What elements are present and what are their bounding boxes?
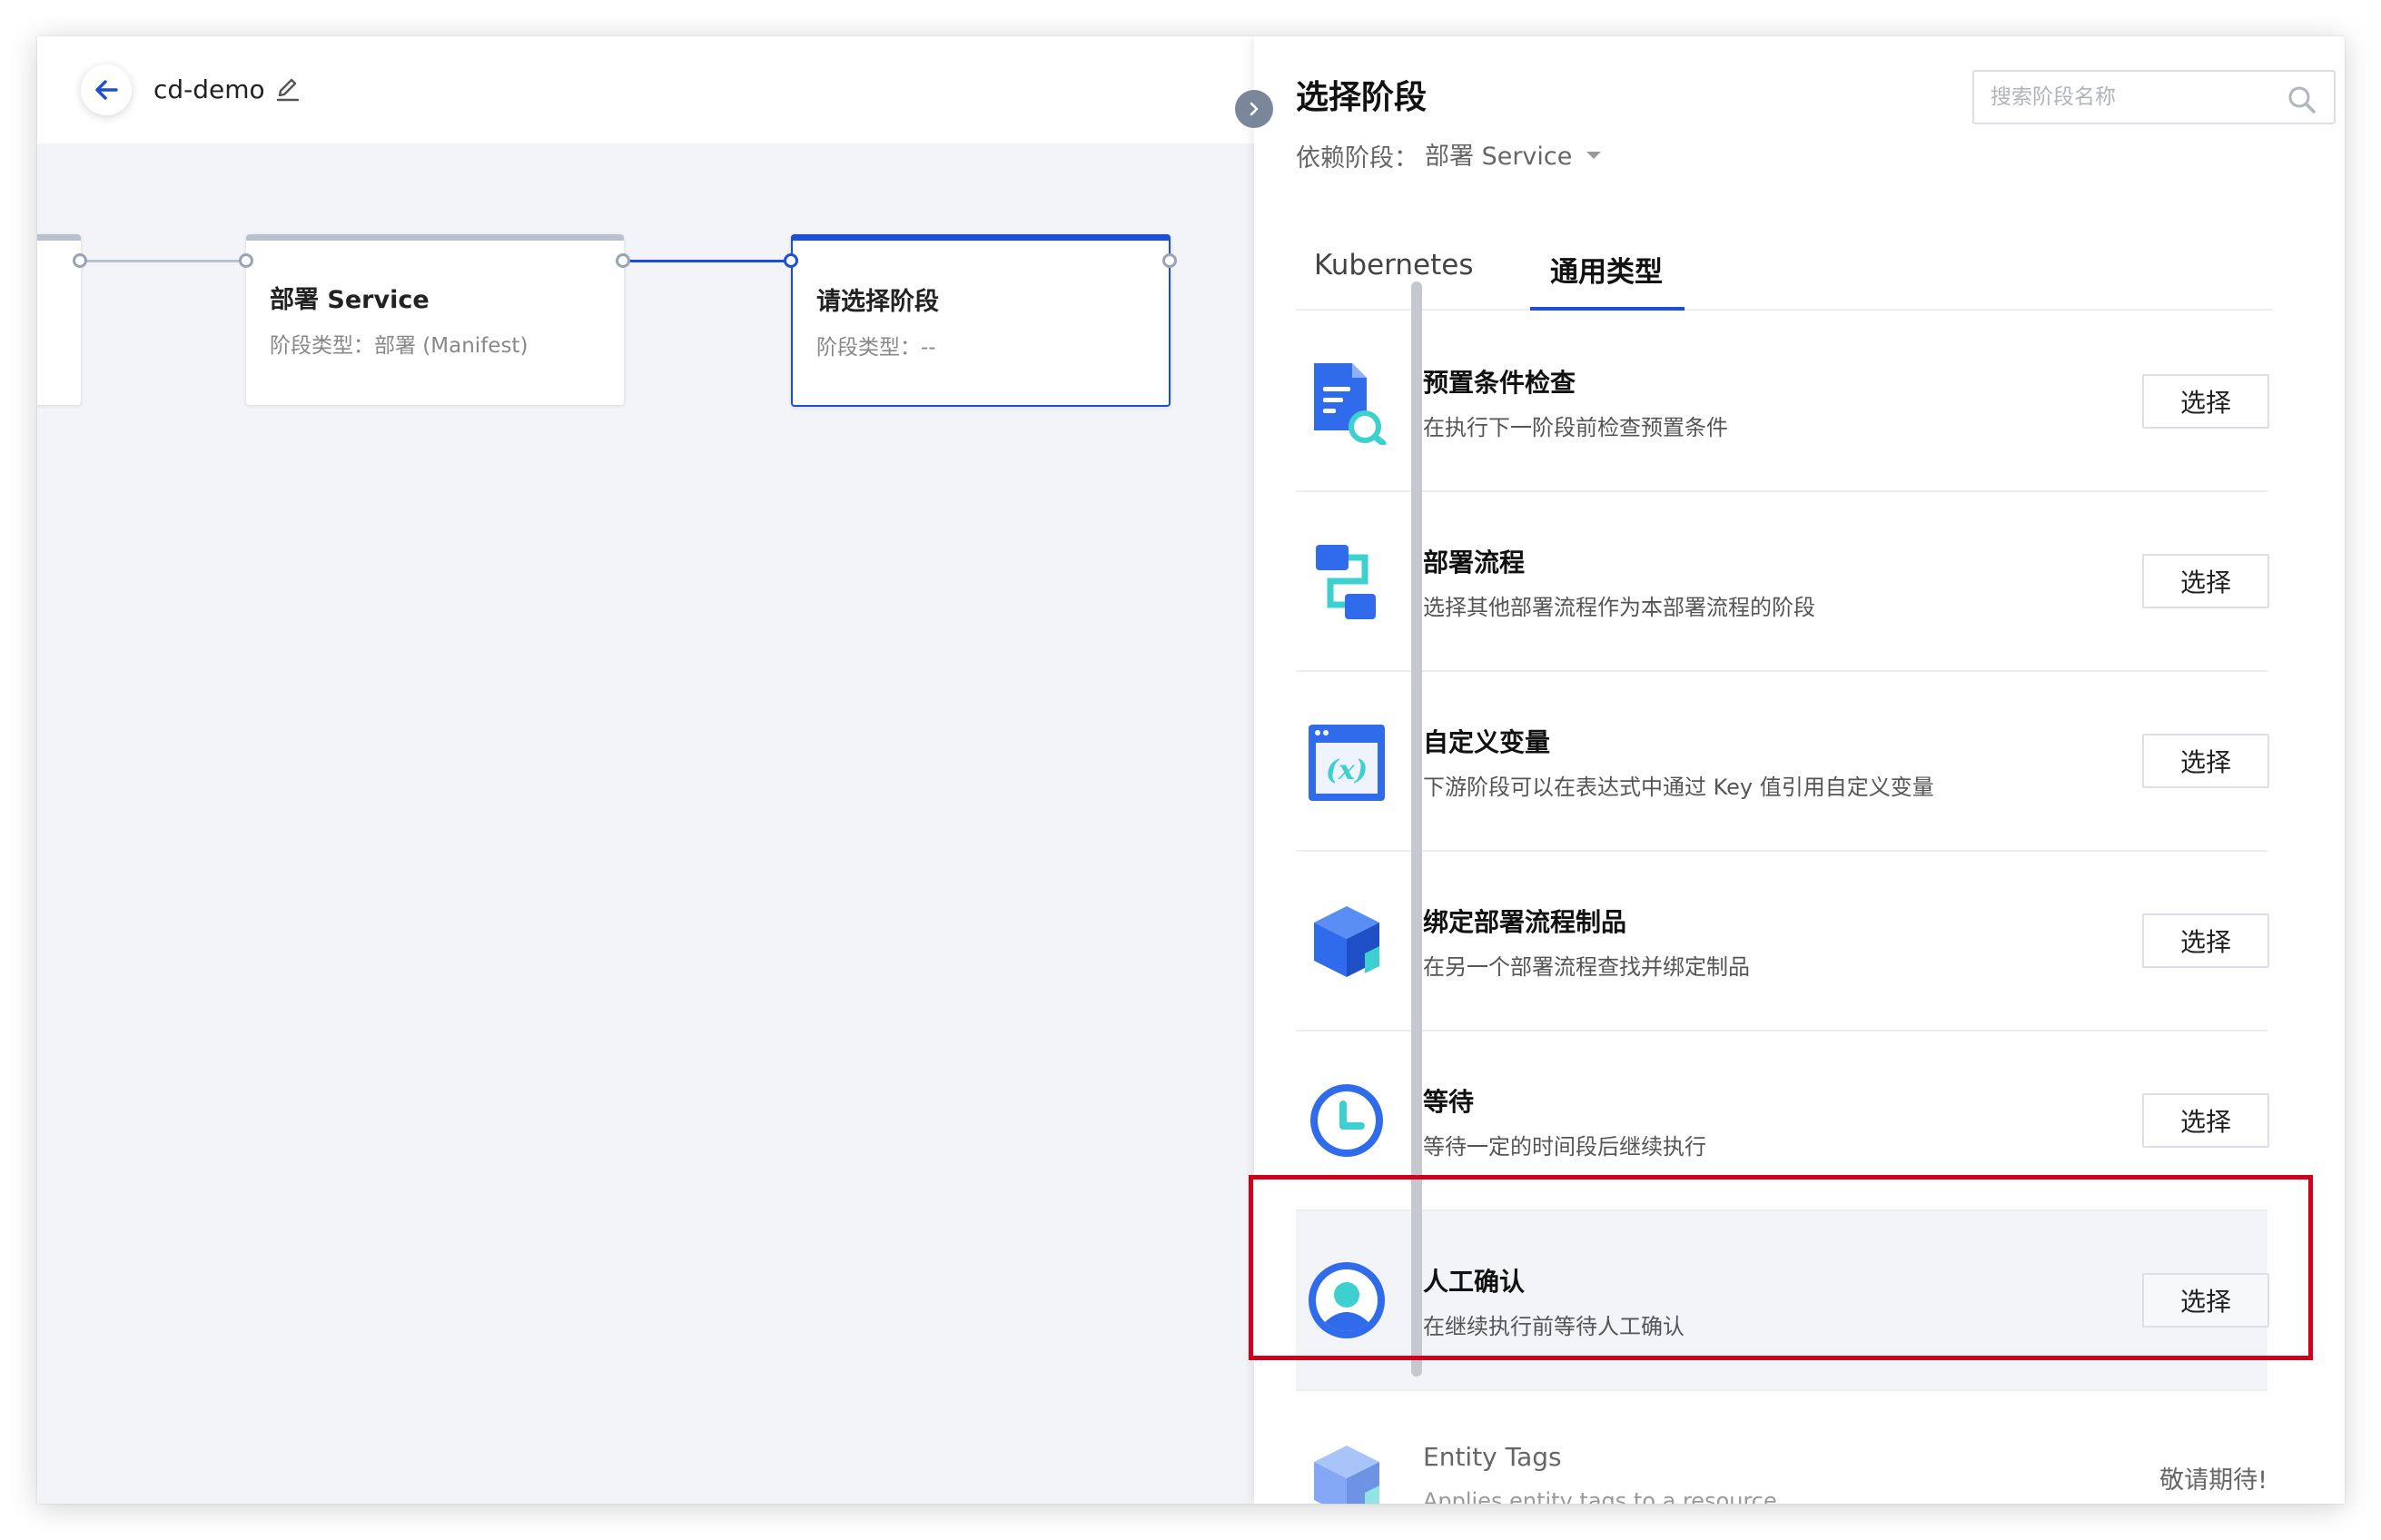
back-button[interactable] xyxy=(81,64,132,115)
dependency-value: 部署 Service xyxy=(1425,142,1573,171)
flow-icon xyxy=(1316,545,1376,619)
stage-name: 预置条件检查 xyxy=(1423,368,1576,398)
pipeline-canvas: 部署 Service 阶段类型：部署 (Manifest) 请选择阶段 阶段类型… xyxy=(37,143,1254,1504)
node-port xyxy=(784,253,798,268)
select-button[interactable]: 选择 xyxy=(2142,374,2269,429)
stage-description: 在另一个部署流程查找并绑定制品 xyxy=(1423,954,1750,980)
stage-item-deploy-flow: 部署流程 选择其他部署流程作为本部署流程的阶段 选择 xyxy=(1296,492,2269,672)
select-button[interactable]: 选择 xyxy=(2142,1273,2269,1328)
search-box[interactable] xyxy=(1972,70,2336,124)
stage-description: Applies entity tags to a resource. xyxy=(1423,1488,1784,1504)
node-top-bar xyxy=(37,234,81,241)
stage-description: 选择其他部署流程作为本部署流程的阶段 xyxy=(1423,595,1815,620)
stage-name: 自定义变量 xyxy=(1423,727,1551,757)
node-title: 请选择阶段 xyxy=(816,288,939,316)
stage-item-manual-approval: 人工确认 在继续执行前等待人工确认 选择 xyxy=(1296,1211,2269,1391)
stage-node-deploy-service[interactable]: 部署 Service 阶段类型：部署 (Manifest) xyxy=(246,234,624,405)
node-subtitle: 阶段类型：-- xyxy=(816,336,936,360)
connector-line xyxy=(81,260,246,262)
top-bar: cd-demo xyxy=(37,36,1254,143)
arrow-left-icon xyxy=(95,80,118,100)
active-tab-indicator xyxy=(1530,307,1684,311)
stage-item-custom-variable: (x) 自定义变量 下游阶段可以在表达式中通过 Key 值引用自定义变量 选择 xyxy=(1296,672,2269,852)
panel-title: 选择阶段 xyxy=(1296,79,1428,116)
stage-description: 下游阶段可以在表达式中通过 Key 值引用自定义变量 xyxy=(1423,775,1934,800)
stage-name: 等待 xyxy=(1423,1087,1475,1117)
dependency-label: 依赖阶段： xyxy=(1296,144,1418,173)
stage-description: 在继续执行前等待人工确认 xyxy=(1423,1314,1684,1339)
node-subtitle: 阶段类型：部署 (Manifest) xyxy=(270,334,529,358)
select-button[interactable]: 选择 xyxy=(2142,1093,2269,1148)
stage-type-tabs: Kubernetes 通用类型 xyxy=(1296,234,2273,311)
stage-item-precondition-check: 预置条件检查 在执行下一阶段前检查预置条件 选择 xyxy=(1296,312,2269,492)
stage-item-entity-tags: Entity Tags Applies entity tags to a res… xyxy=(1296,1391,2267,1504)
stage-name: 绑定部署流程制品 xyxy=(1423,907,1627,937)
collapse-panel-button[interactable] xyxy=(1235,90,1273,128)
user-icon xyxy=(1309,1262,1385,1338)
pipeline-title: cd-demo xyxy=(153,74,265,104)
cube-icon xyxy=(1314,906,1379,977)
node-port xyxy=(73,253,87,268)
node-port xyxy=(239,253,253,268)
scrollbar-thumb[interactable] xyxy=(1411,281,1422,1377)
tab-kubernetes[interactable]: Kubernetes xyxy=(1314,249,1473,281)
chevron-right-icon xyxy=(1250,102,1259,116)
stage-description: 在执行下一阶段前检查预置条件 xyxy=(1423,415,1728,440)
connector-line xyxy=(622,260,795,262)
clock-icon xyxy=(1310,1084,1383,1157)
node-top-bar xyxy=(246,234,624,241)
node-title: 部署 Service xyxy=(270,286,430,314)
stage-node-pending[interactable]: 请选择阶段 阶段类型：-- xyxy=(791,234,1171,407)
stage-item-bind-artifact: 绑定部署流程制品 在另一个部署流程查找并绑定制品 选择 xyxy=(1296,852,2269,1032)
dependency-select[interactable]: 部署 Service xyxy=(1425,136,1602,171)
variable-icon: (x) xyxy=(1309,725,1385,801)
node-top-bar xyxy=(791,234,1171,241)
cube-icon xyxy=(1314,1446,1379,1504)
edit-pencil-icon[interactable] xyxy=(272,74,303,104)
stage-name: 部署流程 xyxy=(1423,548,1526,578)
stage-description: 等待一定的时间段后继续执行 xyxy=(1423,1134,1706,1160)
node-port xyxy=(616,253,630,268)
coming-soon-label: 敬请期待! xyxy=(2159,1466,2267,1495)
stage-name: 人工确认 xyxy=(1423,1267,1526,1297)
search-input[interactable] xyxy=(1991,81,2281,114)
tab-general-type[interactable]: 通用类型 xyxy=(1550,249,1663,290)
svg-text:(x): (x) xyxy=(1326,755,1368,786)
select-button[interactable]: 选择 xyxy=(2142,913,2269,968)
node-port xyxy=(1162,253,1177,268)
search-icon[interactable] xyxy=(2287,84,2317,115)
checklist-search-icon xyxy=(1314,363,1387,445)
app-window: cd-demo 部署 Service 阶段类型：部署 (Manifest) 请选… xyxy=(37,36,2345,1504)
stage-item-wait: 等待 等待一定的时间段后继续执行 选择 xyxy=(1296,1032,2269,1211)
stage-name: Entity Tags xyxy=(1423,1442,1562,1472)
select-button[interactable]: 选择 xyxy=(2142,554,2269,608)
caret-down-icon xyxy=(1586,152,1602,159)
select-button[interactable]: 选择 xyxy=(2142,734,2269,788)
